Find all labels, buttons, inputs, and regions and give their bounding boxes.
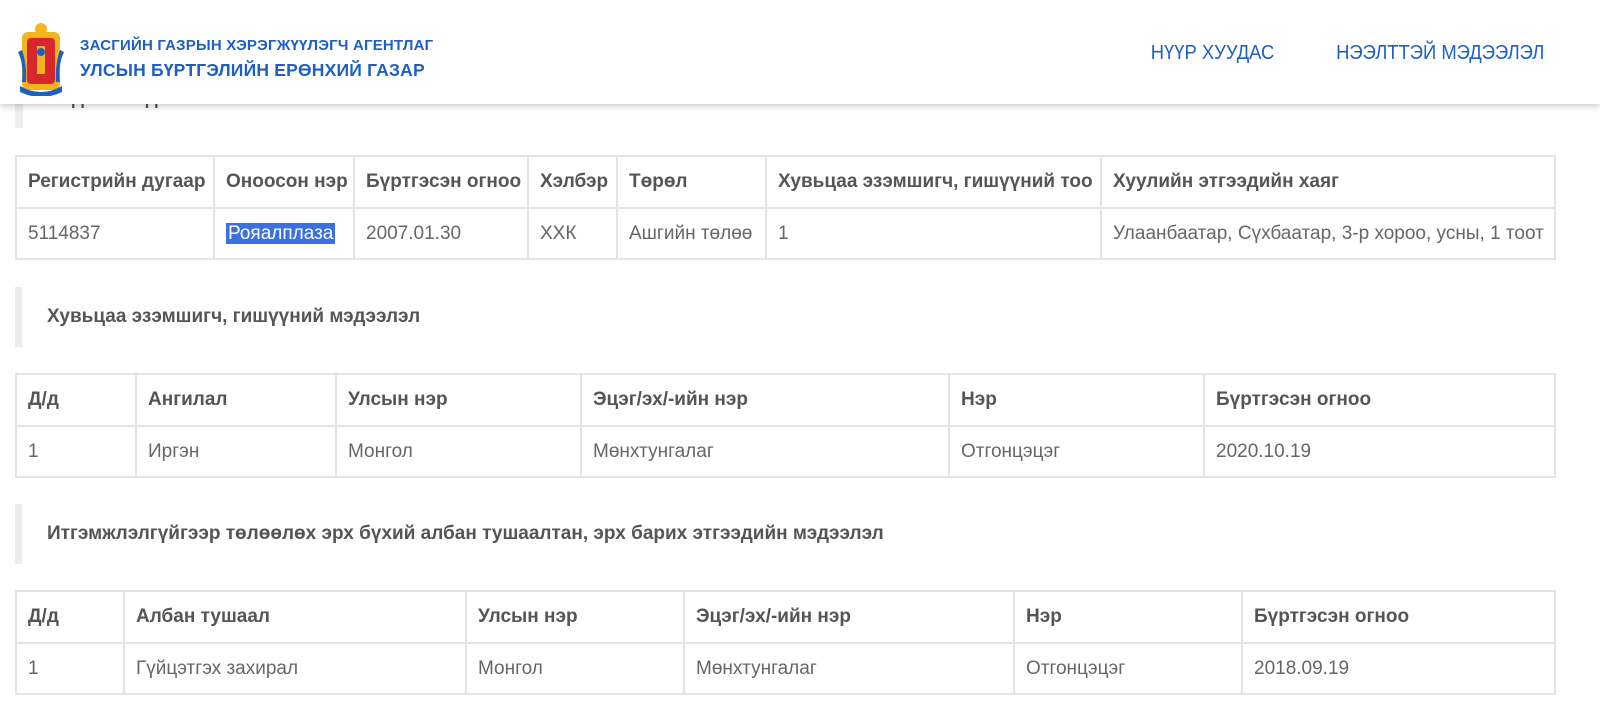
shareholders-table: Д/д Ангилал Улсын нэр Эцэг/эх/-ийн нэр Н… (15, 373, 1556, 478)
cell-position[interactable]: Гүйцэтгэх захирал (123, 642, 467, 695)
cell-no[interactable]: 1 (15, 425, 137, 478)
col-header-country: Улсын нэр (465, 590, 685, 644)
cell-shareholder-count[interactable]: 1 (765, 207, 1102, 260)
col-header-form: Хэлбэр (527, 155, 618, 209)
cell-category[interactable]: Иргэн (135, 425, 337, 478)
nav-open-data-link[interactable]: НЭЭЛТТЭЙ МЭДЭЭЛЭЛ (1336, 42, 1544, 65)
org-line-2: УЛСЫН БҮРТГЭЛИЙН ЕРӨНХИЙ ГАЗАР (80, 60, 425, 80)
col-header-country: Улсын нэр (335, 373, 582, 427)
organization-name: ЗАСГИЙН ГАЗРЫН ХЭРЭГЖҮҮЛЭГЧ АГЕНТЛАГ УЛС… (80, 38, 433, 80)
cell-company-name[interactable]: Рояалплаза (213, 207, 355, 260)
table-row: 5114837 Рояалплаза 2007.01.30 ХХК Ашгийн… (15, 207, 1556, 260)
table-header-row: Д/д Албан тушаал Улсын нэр Эцэг/эх/-ийн … (15, 590, 1556, 644)
org-line-1: ЗАСГИЙН ГАЗРЫН ХЭРЭГЖҮҮЛЭГЧ АГЕНТЛАГ (80, 37, 434, 54)
col-header-shareholder-count: Хувьцаа эзэмшигч, гишүүний тоо (765, 155, 1102, 209)
cell-name[interactable]: Отгонцэцэг (948, 425, 1205, 478)
col-header-registered-date: Бүртгэсэн огноо (1203, 373, 1556, 427)
table-row: 1 Иргэн Монгол Мөнхтунгалаг Отгонцэцэг 2… (15, 425, 1556, 478)
cell-form[interactable]: ХХК (527, 207, 618, 260)
section-bar (15, 287, 22, 347)
col-header-parent-name: Эцэг/эх/-ийн нэр (683, 590, 1015, 644)
section-officials: Итгэмжлэлгүйгээр төлөөлөх эрх бүхий алба… (15, 504, 1415, 564)
col-header-registered-date: Бүртгэсэн огноо (1241, 590, 1556, 644)
col-header-no: Д/д (15, 590, 125, 644)
cell-country[interactable]: Монгол (335, 425, 582, 478)
cell-type[interactable]: Ашгийн төлөө (616, 207, 767, 260)
cell-no[interactable]: 1 (15, 642, 125, 695)
col-header-no: Д/д (15, 373, 137, 427)
col-header-company-name: Оноосон нэр (213, 155, 355, 209)
section-bar (15, 504, 22, 564)
col-header-register-number: Регистрийн дугаар (15, 155, 215, 209)
cell-address[interactable]: Улаанбаатар, Сүхбаатар, 3-р хороо, усны,… (1100, 207, 1556, 260)
section-shareholders: Хувьцаа эзэмшигч, гишүүний мэдээлэл (15, 287, 1415, 347)
table-row: 1 Гүйцэтгэх захирал Монгол Мөнхтунгалаг … (15, 642, 1556, 695)
cell-registered-date[interactable]: 2020.10.19 (1203, 425, 1556, 478)
col-header-address: Хуулийн этгээдийн хаяг (1100, 155, 1556, 209)
col-header-position: Албан тушаал (123, 590, 467, 644)
nav-home-link[interactable]: НҮҮР ХУУДАС (1151, 42, 1275, 65)
col-header-type: Төрөл (616, 155, 767, 209)
cell-name[interactable]: Отгонцэцэг (1013, 642, 1243, 695)
cell-register-number[interactable]: 5114837 (15, 207, 215, 260)
cell-parent-name[interactable]: Мөнхтунгалаг (683, 642, 1015, 695)
company-info-table: Регистрийн дугаар Оноосон нэр Бүртгэсэн … (15, 155, 1556, 260)
cell-country[interactable]: Монгол (465, 642, 685, 695)
officials-table: Д/д Албан тушаал Улсын нэр Эцэг/эх/-ийн … (15, 590, 1556, 695)
section-heading-shareholders: Хувьцаа эзэмшигч, гишүүний мэдээлэл (47, 306, 421, 327)
section-heading-officials: Итгэмжлэлгүйгээр төлөөлөх эрх бүхий алба… (47, 523, 884, 544)
cell-registered-date[interactable]: 2007.01.30 (353, 207, 529, 260)
main-nav: НҮҮР ХУУДАС НЭЭЛТТЭЙ МЭДЭЭЛЭЛ (1140, 42, 1544, 65)
selected-company-name[interactable]: Рояалплаза (226, 222, 336, 244)
site-header: ЗАСГИЙН ГАЗРЫН ХЭРЭГЖҮҮЛЭГЧ АГЕНТЛАГ УЛС… (0, 0, 1600, 104)
col-header-category: Ангилал (135, 373, 337, 427)
col-header-name: Нэр (948, 373, 1205, 427)
col-header-name: Нэр (1013, 590, 1243, 644)
cell-registered-date[interactable]: 2018.09.19 (1241, 642, 1556, 695)
table-header-row: Регистрийн дугаар Оноосон нэр Бүртгэсэн … (15, 155, 1556, 209)
soyombo-emblem-icon[interactable] (18, 22, 64, 96)
table-header-row: Д/д Ангилал Улсын нэр Эцэг/эх/-ийн нэр Н… (15, 373, 1556, 427)
cell-parent-name[interactable]: Мөнхтунгалаг (580, 425, 950, 478)
col-header-parent-name: Эцэг/эх/-ийн нэр (580, 373, 950, 427)
col-header-registered-date: Бүртгэсэн огноо (353, 155, 529, 209)
